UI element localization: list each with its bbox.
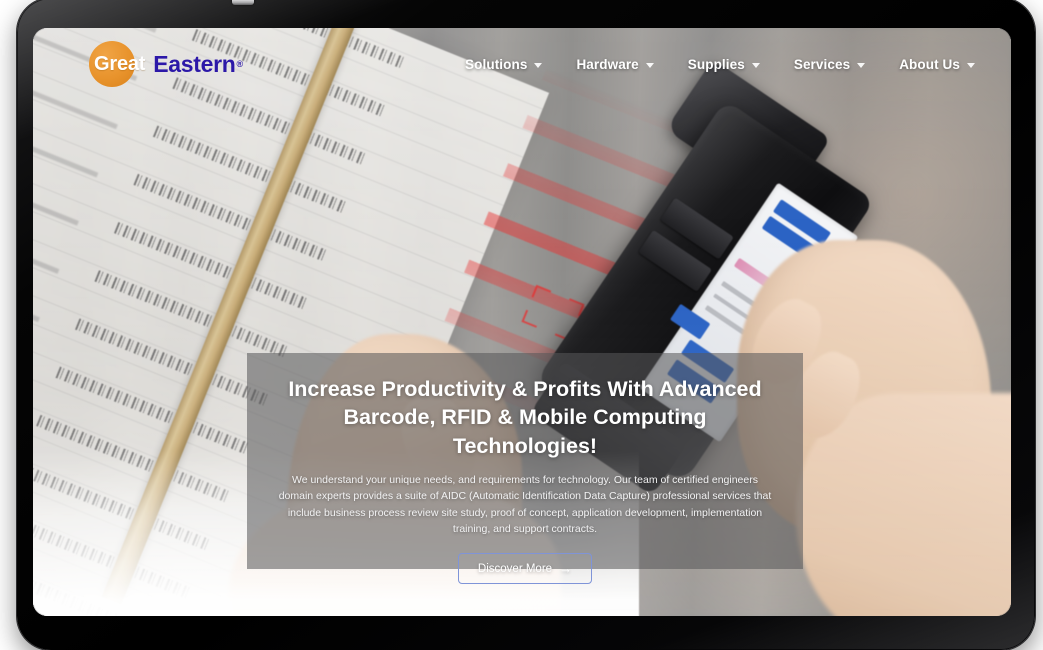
- nav-label: Supplies: [687, 56, 745, 72]
- logo-text-great: Great: [94, 52, 146, 75]
- nav-label: Services: [793, 56, 851, 72]
- nav-item-services[interactable]: Services: [793, 56, 866, 72]
- tablet-screen: Great Eastern ® Solutions Hardware Suppl…: [33, 28, 1011, 616]
- hero-overlay-card: Increase Productivity & Profits With Adv…: [247, 353, 803, 585]
- nav-item-supplies[interactable]: Supplies: [688, 57, 760, 72]
- nav-item-about-us[interactable]: About Us: [899, 57, 975, 72]
- discover-more-label: Discover More: [477, 562, 553, 575]
- hero-headline: Increase Productivity & Profits With Adv…: [288, 377, 762, 458]
- chevron-down-icon: [645, 62, 654, 68]
- camera-icon: [232, 0, 254, 5]
- chevron-down-icon: [857, 62, 866, 68]
- discover-more-button[interactable]: Discover More →: [457, 553, 593, 585]
- device-mockup-stage: Great Eastern ® Solutions Hardware Suppl…: [0, 0, 1043, 650]
- nav-label: Solutions: [465, 56, 528, 72]
- registered-trademark-icon: ®: [236, 59, 244, 69]
- hero-description: We understand your unique needs, and req…: [278, 474, 772, 535]
- tablet-bezel: Great Eastern ® Solutions Hardware Suppl…: [17, 0, 1035, 650]
- logo-text-eastern: Eastern: [153, 50, 236, 77]
- nav-item-hardware[interactable]: Hardware: [576, 56, 654, 72]
- chevron-down-icon: [751, 62, 760, 68]
- chevron-down-icon: [534, 62, 543, 68]
- site-header: Great Eastern ® Solutions Hardware Suppl…: [33, 28, 1011, 100]
- nav-label: About Us: [899, 56, 960, 72]
- brand-logo[interactable]: Great Eastern ®: [89, 41, 243, 87]
- chevron-down-icon: [967, 62, 975, 68]
- nav-label: Hardware: [576, 56, 639, 72]
- arrow-right-icon: →: [559, 561, 573, 577]
- nav-item-solutions[interactable]: Solutions: [465, 56, 543, 72]
- main-navigation: Solutions Hardware Supplies Services Abo…: [465, 57, 975, 72]
